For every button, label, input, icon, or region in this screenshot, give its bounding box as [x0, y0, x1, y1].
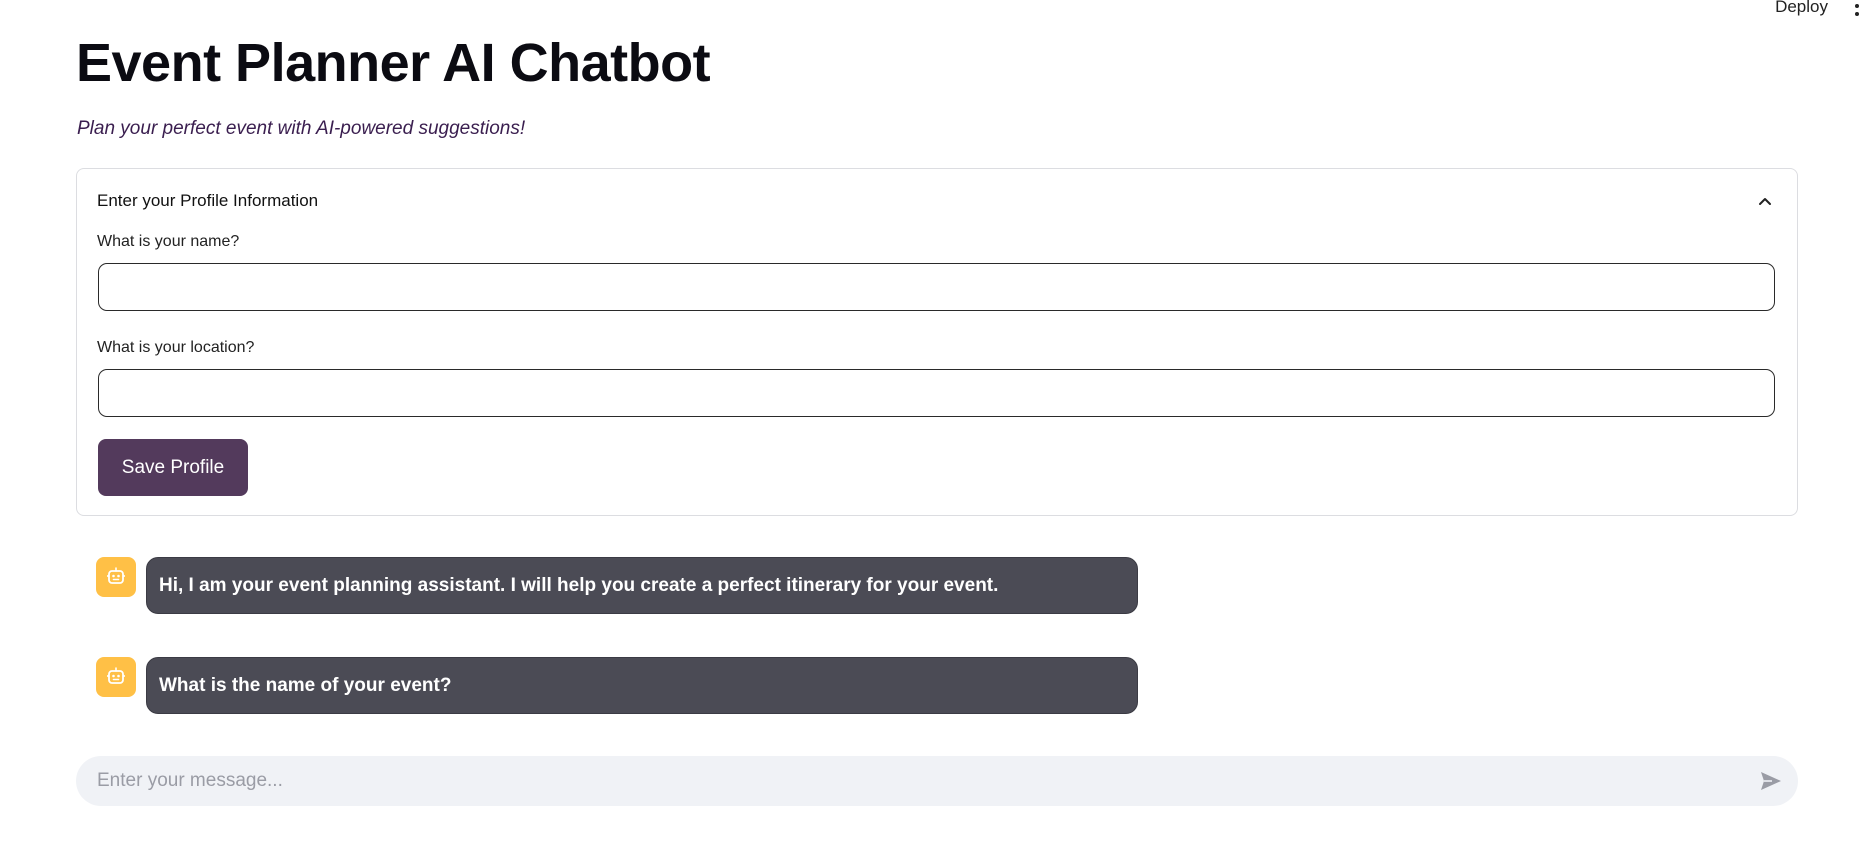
name-field-label: What is your name? — [97, 233, 240, 250]
main-menu-icon[interactable] — [1854, 0, 1860, 16]
location-field-label: What is your location? — [97, 339, 255, 356]
menu-dot — [1855, 12, 1859, 16]
chat-message: What is the name of your event? — [96, 657, 1138, 714]
page-subtitle: Plan your perfect event with AI-powered … — [77, 118, 526, 139]
robot-icon — [107, 667, 125, 684]
assistant-message-bubble: What is the name of your event? — [146, 657, 1138, 714]
page-title: Event Planner AI Chatbot — [76, 33, 711, 93]
chevron-up-icon[interactable] — [1755, 191, 1775, 211]
send-icon[interactable] — [1756, 766, 1786, 796]
chat-message: Hi, I am your event planning assistant. … — [96, 557, 1138, 614]
deploy-button[interactable]: Deploy — [1775, 0, 1828, 17]
app-page: Deploy Event Planner AI Chatbot Plan you… — [0, 0, 1872, 848]
menu-dot — [1855, 4, 1859, 8]
top-toolbar: Deploy — [1775, 0, 1872, 20]
chat-input-bar — [76, 755, 1798, 807]
assistant-message-bubble: Hi, I am your event planning assistant. … — [146, 557, 1138, 614]
assistant-avatar — [96, 557, 136, 597]
assistant-avatar — [96, 657, 136, 697]
location-input[interactable] — [98, 369, 1775, 417]
profile-expander-header[interactable]: Enter your Profile Information — [97, 187, 1777, 215]
profile-expander-title: Enter your Profile Information — [97, 191, 319, 210]
save-profile-button[interactable]: Save Profile — [98, 439, 248, 496]
robot-icon — [107, 567, 125, 584]
name-input[interactable] — [98, 263, 1775, 311]
chat-message-input[interactable] — [76, 755, 1756, 807]
profile-expander: Enter your Profile Information What is y… — [76, 168, 1798, 516]
